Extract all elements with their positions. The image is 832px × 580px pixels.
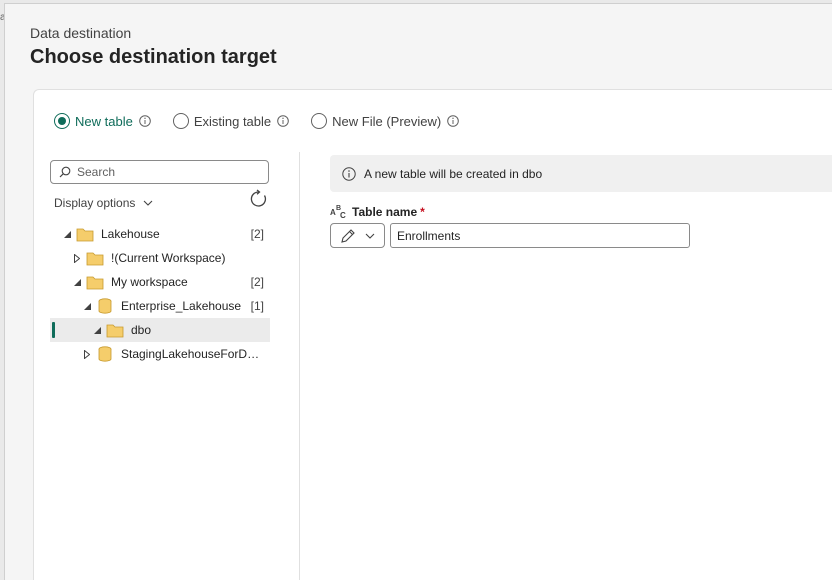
folder-icon <box>106 324 124 338</box>
radio-label: New table <box>75 113 133 129</box>
refresh-icon[interactable] <box>249 189 269 209</box>
svg-text:C: C <box>340 211 346 220</box>
radio-label: New File (Preview) <box>332 113 442 129</box>
database-icon <box>98 298 112 314</box>
search-box[interactable] <box>50 160 269 184</box>
tree-item-my-workspace[interactable]: My workspace [2] <box>50 270 270 294</box>
table-name-input[interactable] <box>390 223 690 248</box>
dialog-title: Choose destination target <box>30 46 277 68</box>
tree-item-lakehouse[interactable]: Lakehouse [2] <box>50 222 270 246</box>
destination-dialog: Data destination Choose destination targ… <box>4 3 832 580</box>
folder-icon <box>86 252 104 266</box>
selection-indicator <box>52 322 55 338</box>
tree-item-label: dbo <box>131 323 152 337</box>
banner-text: A new table will be created in dbo <box>364 166 543 181</box>
info-banner: A new table will be created in dbo <box>330 155 832 192</box>
tree-item-enterprise-lakehouse[interactable]: Enterprise_Lakehouse [1] <box>50 294 270 318</box>
search-icon <box>59 166 71 178</box>
search-input[interactable] <box>77 165 257 179</box>
dialog-subtitle: Data destination <box>30 25 132 41</box>
expand-icon[interactable] <box>82 349 92 359</box>
display-options-label: Display options <box>54 196 136 210</box>
tree-item-label: !(Current Workspace) <box>111 251 226 265</box>
chevron-down-icon <box>365 233 375 239</box>
info-icon[interactable] <box>277 115 289 127</box>
lakehouse-tree: Lakehouse [2] !(Current Workspace) My wo… <box>50 222 270 366</box>
tree-item-staging-lakehouse[interactable]: StagingLakehouseForDat... <box>50 342 270 366</box>
tree-item-label: Lakehouse <box>101 227 160 241</box>
tree-item-label: My workspace <box>111 275 188 289</box>
tree-item-count: [2] <box>250 227 264 241</box>
radio-existing-table[interactable]: Existing table <box>172 113 289 129</box>
tree-item-dbo[interactable]: dbo <box>50 318 270 342</box>
collapse-icon[interactable] <box>82 301 92 311</box>
panel-divider <box>299 152 300 580</box>
collapse-icon[interactable] <box>62 229 72 239</box>
collapse-icon[interactable] <box>92 325 102 335</box>
info-icon[interactable] <box>139 115 151 127</box>
radio-new-table[interactable]: New table <box>54 113 151 129</box>
tree-item-label: Enterprise_Lakehouse <box>121 299 242 313</box>
required-indicator: * <box>420 205 425 219</box>
radio-button[interactable] <box>311 113 328 129</box>
collapse-icon[interactable] <box>72 277 82 287</box>
info-icon[interactable] <box>447 115 460 127</box>
tree-item-count: [1] <box>250 299 264 313</box>
tree-item-count: [2] <box>250 275 264 289</box>
expand-icon[interactable] <box>72 253 82 263</box>
input-mode-dropdown[interactable] <box>330 223 385 248</box>
chevron-down-icon <box>143 200 153 206</box>
radio-button[interactable] <box>172 113 189 129</box>
tree-item-label: StagingLakehouseForDat... <box>121 347 263 361</box>
table-name-label: ABC Table name * <box>330 204 425 220</box>
radio-label: Existing table <box>193 113 272 129</box>
radio-new-file[interactable]: New File (Preview) <box>311 113 460 129</box>
display-options-dropdown[interactable]: Display options <box>54 196 153 210</box>
tree-item-current-workspace[interactable]: !(Current Workspace) <box>50 246 270 270</box>
pencil-icon <box>341 228 355 243</box>
destination-panel: New table Existing table New File (Previ… <box>33 89 832 580</box>
field-label-text: Table name <box>352 205 418 219</box>
radio-button-checked[interactable] <box>54 113 70 129</box>
target-type-radio-group: New table Existing table New File (Previ… <box>54 112 481 130</box>
text-type-icon: A BC <box>330 205 346 220</box>
folder-icon <box>76 228 94 242</box>
info-icon <box>342 166 356 181</box>
database-icon <box>98 346 112 362</box>
folder-icon <box>86 276 104 290</box>
